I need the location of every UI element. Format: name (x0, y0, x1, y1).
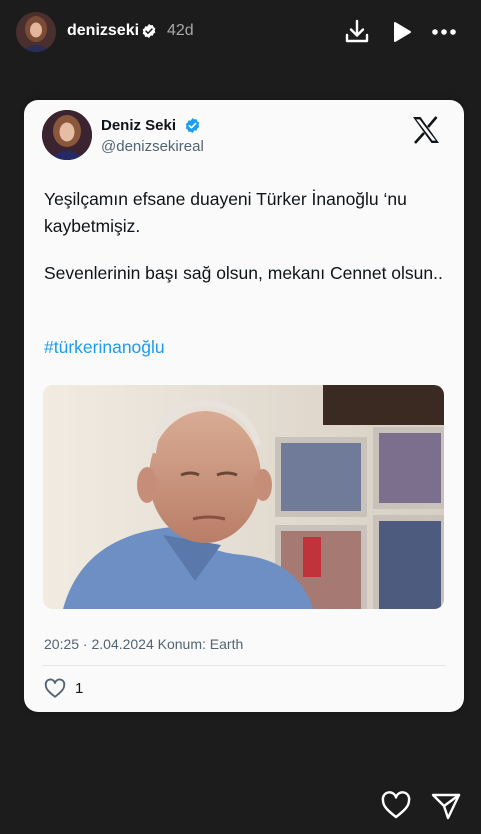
divider (42, 665, 446, 666)
more-icon[interactable] (430, 18, 458, 46)
tweet-card[interactable]: Deniz Seki @denizsekireal Yeşilçamın efs… (24, 100, 464, 712)
tweet-text: Sevenlerinin başı sağ olsun, mekanı Cenn… (44, 263, 443, 283)
tweet-text: Yeşilçamın efsane duayeni Türker İnanoğl… (44, 189, 407, 236)
story-age: 42d (167, 22, 194, 39)
send-icon[interactable] (430, 790, 462, 822)
heart-icon[interactable] (44, 678, 66, 700)
play-icon[interactable] (388, 18, 416, 46)
story-avatar[interactable] (16, 12, 56, 52)
verified-badge-icon (142, 24, 156, 38)
heart-icon[interactable] (380, 790, 412, 822)
like-count: 1 (75, 680, 84, 697)
verified-badge-icon (185, 118, 200, 133)
author-avatar[interactable] (42, 110, 92, 160)
author-name[interactable]: Deniz Seki (101, 117, 176, 134)
story-username[interactable]: denizseki (67, 22, 139, 40)
x-logo-icon (413, 116, 439, 144)
post-meta: 20:25 · 2.04.2024 Konum: Earth (44, 636, 244, 652)
download-icon[interactable] (343, 18, 371, 46)
tweet-photo[interactable] (43, 385, 444, 609)
story-header: denizseki 42d (0, 0, 481, 64)
author-handle[interactable]: @denizsekireal (101, 138, 204, 155)
hashtag-link[interactable]: #türkerinanoğlu (44, 337, 165, 358)
